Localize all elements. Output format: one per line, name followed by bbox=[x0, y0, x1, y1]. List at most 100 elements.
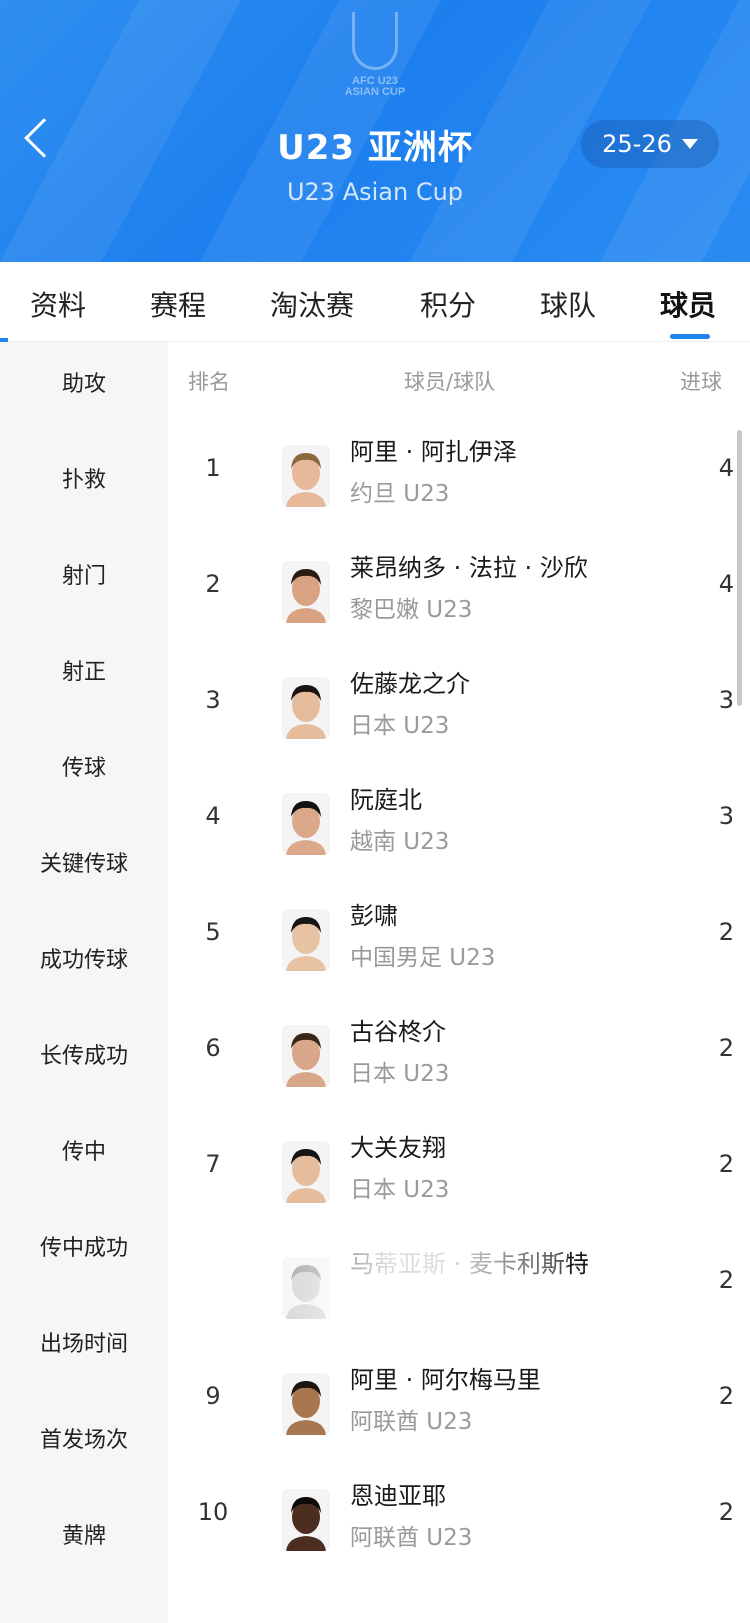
player-name: 古谷柊介 bbox=[350, 1018, 446, 1046]
sidebar-item-yellow-cards[interactable]: 黄牌 bbox=[0, 1518, 168, 1550]
player-name: 恩迪亚耶 bbox=[350, 1482, 446, 1510]
column-header-rank: 排名 bbox=[188, 370, 230, 394]
player-avatar bbox=[282, 561, 330, 623]
caret-down-icon bbox=[681, 139, 698, 149]
player-name: 阿里 · 阿扎伊泽 bbox=[350, 438, 517, 466]
goals-value: 4 bbox=[718, 570, 734, 598]
player-name: 阮庭北 bbox=[350, 786, 422, 814]
table-row[interactable]: 3 佐藤龙之介日本 U23 3 bbox=[168, 644, 740, 764]
player-team: 中国男足 U23 bbox=[350, 945, 496, 971]
player-avatar bbox=[282, 1141, 330, 1203]
table-row[interactable]: 1 阿里 · 阿扎伊泽 约旦 U23 4 bbox=[168, 412, 740, 532]
sidebar-item-shots[interactable]: 射门 bbox=[0, 558, 168, 590]
player-name: 佐藤龙之介 bbox=[350, 670, 470, 698]
stat-category-sidebar: 助攻 扑救 射门 射正 传球 关键传球 成功传球 长传成功 传中 传中成功 出场… bbox=[0, 342, 168, 1623]
goals-value: 3 bbox=[718, 802, 734, 830]
goals-value: 2 bbox=[718, 1266, 734, 1294]
sidebar-item-successful-crosses[interactable]: 传中成功 bbox=[0, 1230, 168, 1262]
table-row[interactable]: 4 阮庭北越南 U23 3 bbox=[168, 760, 740, 880]
table-row[interactable]: 马蒂亚斯 · 麦卡利斯特2 bbox=[168, 1224, 740, 1344]
player-team: 越南 U23 bbox=[350, 829, 450, 855]
player-team: 日本 U23 bbox=[350, 1061, 450, 1087]
sidebar-item-passes[interactable]: 传球 bbox=[0, 750, 168, 782]
player-team: 阿联酋 U23 bbox=[350, 1409, 473, 1435]
goals-value: 2 bbox=[718, 1034, 734, 1062]
sidebar-item-minutes-played[interactable]: 出场时间 bbox=[0, 1326, 168, 1358]
player-photo-icon bbox=[282, 1373, 330, 1435]
player-team: 日本 U23 bbox=[350, 713, 450, 739]
player-photo-icon bbox=[282, 677, 330, 739]
goals-value: 2 bbox=[718, 1150, 734, 1178]
rank-number: 9 bbox=[205, 1382, 221, 1410]
sidebar-item-successful-passes[interactable]: 成功传球 bbox=[0, 942, 168, 974]
rank-number: 4 bbox=[205, 802, 221, 830]
rank-number: 5 bbox=[205, 918, 221, 946]
rank-number: 3 bbox=[205, 686, 221, 714]
goals-value: 2 bbox=[718, 918, 734, 946]
sidebar-item-starts[interactable]: 首发场次 bbox=[0, 1422, 168, 1454]
player-avatar bbox=[282, 909, 330, 971]
loading-blur-overlay bbox=[268, 1244, 568, 1344]
player-name: 阿里 · 阿尔梅马里 bbox=[350, 1366, 541, 1394]
player-team: 日本 U23 bbox=[350, 1177, 450, 1203]
rank-number: 7 bbox=[205, 1150, 221, 1178]
player-photo-icon bbox=[282, 1141, 330, 1203]
player-photo-icon bbox=[282, 1489, 330, 1551]
tab-teams[interactable]: 球队 bbox=[540, 284, 596, 324]
player-avatar bbox=[282, 793, 330, 855]
scrollbar[interactable] bbox=[737, 430, 742, 706]
table-row[interactable]: 7 大关友翔日本 U23 2 bbox=[168, 1108, 740, 1228]
tab-info[interactable]: 资料 bbox=[30, 284, 86, 324]
goals-value: 3 bbox=[718, 686, 734, 714]
tab-knockout[interactable]: 淘汰赛 bbox=[270, 284, 354, 324]
rank-number: 1 bbox=[205, 454, 221, 482]
player-avatar bbox=[282, 445, 330, 507]
table-row[interactable]: 10 恩迪亚耶阿联酋 U23 2 bbox=[168, 1456, 740, 1576]
season-selector[interactable]: 25-26 bbox=[581, 120, 719, 168]
tab-bar: 资料 赛程 淘汰赛 积分 球队 球员 bbox=[0, 262, 750, 342]
column-header-player: 球员/球队 bbox=[404, 370, 496, 394]
table-row[interactable]: 2 莱昂纳多 · 法拉 · 沙欣 黎巴嫩 U23 4 bbox=[168, 528, 740, 648]
player-name: 莱昂纳多 · 法拉 · 沙欣 bbox=[350, 554, 588, 582]
goals-value: 2 bbox=[718, 1498, 734, 1526]
player-name: 大关友翔 bbox=[350, 1134, 446, 1162]
sidebar-item-crosses[interactable]: 传中 bbox=[0, 1134, 168, 1166]
goals-value: 4 bbox=[718, 454, 734, 482]
tab-standings[interactable]: 积分 bbox=[420, 284, 476, 324]
goals-value: 2 bbox=[718, 1382, 734, 1410]
table-row[interactable]: 9 阿里 · 阿尔梅马里 阿联酋 U23 2 bbox=[168, 1340, 740, 1460]
player-avatar bbox=[282, 1025, 330, 1087]
table-header: 排名 球员/球队 进球 bbox=[168, 342, 750, 422]
trophy-icon bbox=[352, 12, 398, 70]
tournament-logo: AFC U23 ASIAN CUP bbox=[336, 0, 414, 98]
player-photo-icon bbox=[282, 1025, 330, 1087]
table-row[interactable]: 6 古谷柊介日本 U23 2 bbox=[168, 992, 740, 1112]
sidebar-item-assists[interactable]: 助攻 bbox=[0, 366, 168, 398]
tab-schedule[interactable]: 赛程 bbox=[150, 284, 206, 324]
player-team: 约旦 U23 bbox=[350, 481, 450, 507]
player-photo-icon bbox=[282, 445, 330, 507]
player-avatar bbox=[282, 1373, 330, 1435]
player-name: 彭啸 bbox=[350, 902, 398, 930]
sidebar-item-long-balls[interactable]: 长传成功 bbox=[0, 1038, 168, 1070]
tab-players[interactable]: 球员 bbox=[660, 284, 716, 324]
active-tab-indicator bbox=[670, 334, 710, 339]
season-label: 25-26 bbox=[602, 130, 672, 158]
page-subtitle: U23 Asian Cup bbox=[286, 178, 464, 206]
player-photo-icon bbox=[282, 793, 330, 855]
column-header-goals[interactable]: 进球 bbox=[680, 366, 722, 396]
rank-number: 10 bbox=[197, 1498, 229, 1526]
sidebar-item-key-passes[interactable]: 关键传球 bbox=[0, 846, 168, 878]
player-team: 阿联酋 U23 bbox=[350, 1525, 473, 1551]
player-photo-icon bbox=[282, 561, 330, 623]
header-banner: AFC U23 ASIAN CUP U23 亚洲杯 U23 Asian Cup … bbox=[0, 0, 750, 262]
rank-number: 2 bbox=[205, 570, 221, 598]
rank-number: 6 bbox=[205, 1034, 221, 1062]
player-avatar bbox=[282, 1489, 330, 1551]
sidebar-item-saves[interactable]: 扑救 bbox=[0, 462, 168, 494]
table-row[interactable]: 5 彭啸中国男足 U23 2 bbox=[168, 876, 740, 996]
player-team: 黎巴嫩 U23 bbox=[350, 597, 473, 623]
logo-text-line2: ASIAN CUP bbox=[344, 86, 406, 98]
player-avatar bbox=[282, 677, 330, 739]
sidebar-item-shots-on-target[interactable]: 射正 bbox=[0, 654, 168, 686]
